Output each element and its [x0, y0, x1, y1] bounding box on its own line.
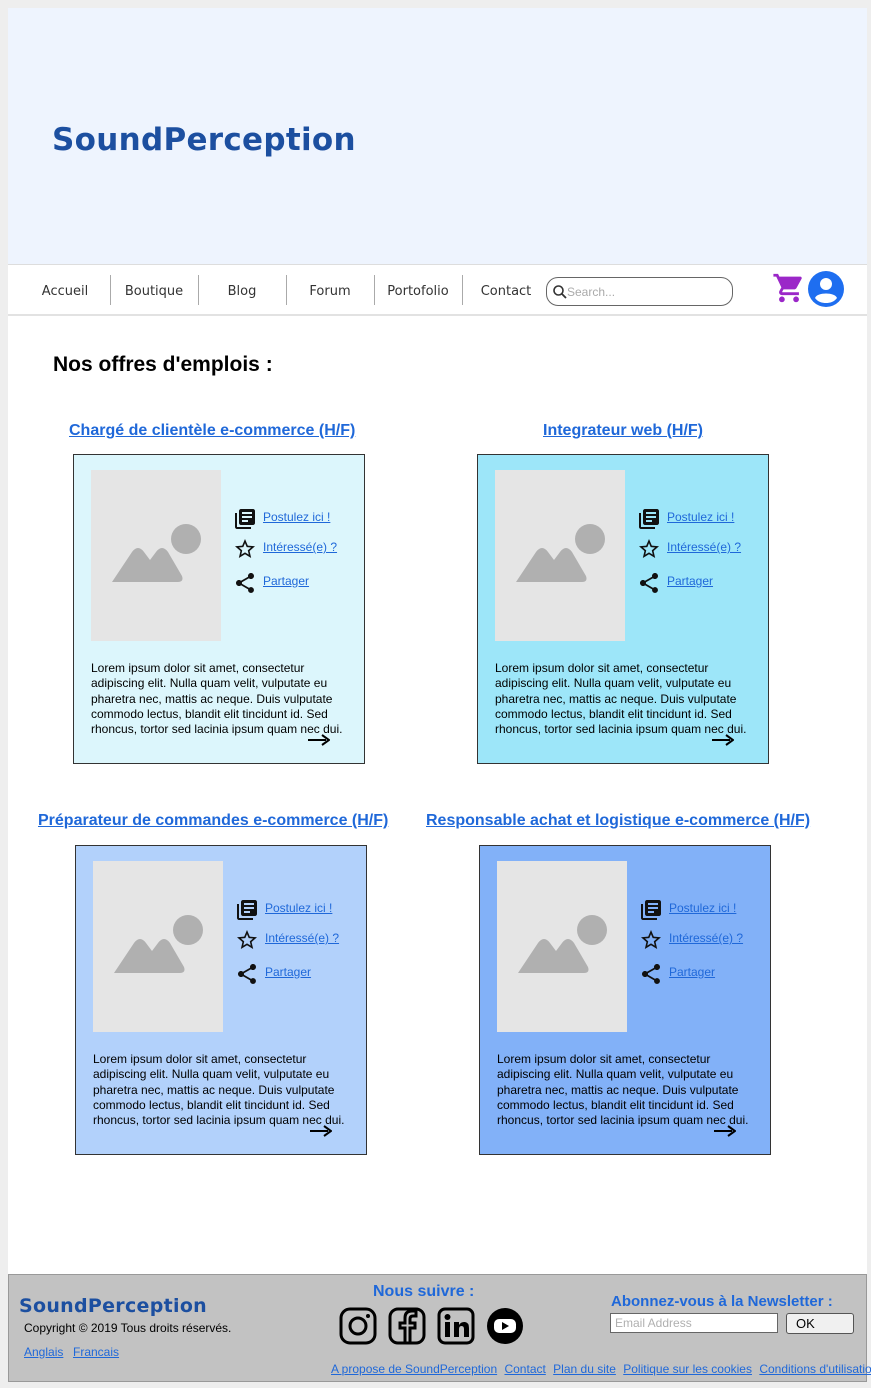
- share-icon: [238, 964, 256, 984]
- share-link[interactable]: Partager: [667, 574, 713, 588]
- cart-icon[interactable]: [772, 270, 806, 306]
- footer-links: A propose de SoundPerception Contact Pla…: [331, 1362, 871, 1376]
- image-placeholder: [495, 470, 625, 641]
- job-description: Lorem ipsum dolor sit amet, consectetur …: [497, 1052, 749, 1128]
- share-link[interactable]: Partager: [263, 574, 309, 588]
- job-card: Postulez ici ! Intéressé(e) ? Partager L…: [73, 454, 365, 764]
- image-placeholder-icon: [518, 915, 607, 973]
- lang-french-link[interactable]: Francais: [73, 1345, 119, 1359]
- job-title-link[interactable]: Préparateur de commandes e-commerce (H/F…: [38, 812, 388, 830]
- job-description: Lorem ipsum dolor sit amet, consectetur …: [91, 661, 343, 737]
- footer-link-about[interactable]: A propose de SoundPerception: [331, 1362, 497, 1376]
- share-icon: [642, 964, 660, 984]
- image-placeholder: [91, 470, 221, 641]
- header: SoundPerception: [8, 8, 867, 264]
- apply-link[interactable]: Postulez ici !: [669, 901, 736, 915]
- footer-link-sitemap[interactable]: Plan du site: [553, 1362, 616, 1376]
- star-outline-icon: [641, 930, 661, 949]
- apply-link[interactable]: Postulez ici !: [263, 510, 330, 524]
- footer-brand: SoundPerception: [19, 1295, 207, 1317]
- copyright: Copyright © 2019 Tous droits réservés.: [24, 1321, 232, 1335]
- nav-item-forum[interactable]: Forum: [286, 284, 374, 299]
- user-icon[interactable]: [807, 270, 845, 308]
- arrow-right-icon[interactable]: [712, 734, 734, 746]
- search-box: [546, 277, 733, 306]
- job-title-link[interactable]: Chargé de clientèle e-commerce (H/F): [69, 422, 355, 440]
- facebook-icon[interactable]: [388, 1307, 426, 1345]
- job-card: Postulez ici ! Intéressé(e) ? Partager L…: [479, 845, 771, 1155]
- arrow-right-icon[interactable]: [310, 1125, 332, 1137]
- job-title-link[interactable]: Integrateur web (H/F): [543, 422, 703, 440]
- library-books-icon: [639, 509, 659, 529]
- lang-english-link[interactable]: Anglais: [24, 1345, 63, 1359]
- image-placeholder-icon: [112, 524, 201, 582]
- library-books-icon: [235, 509, 255, 529]
- arrow-right-icon[interactable]: [714, 1125, 736, 1137]
- newsletter-email-input[interactable]: [610, 1313, 778, 1333]
- follow-heading: Nous suivre :: [373, 1283, 475, 1300]
- job-card: Postulez ici ! Intéressé(e) ? Partager L…: [75, 845, 367, 1155]
- footer-link-terms[interactable]: Conditions d'utilisation: [759, 1362, 871, 1376]
- star-outline-icon: [235, 539, 255, 558]
- search-icon: [553, 285, 567, 299]
- share-link[interactable]: Partager: [265, 965, 311, 979]
- library-books-icon: [237, 900, 257, 920]
- job-title-link[interactable]: Responsable achat et logistique e-commer…: [426, 812, 810, 830]
- share-link[interactable]: Partager: [669, 965, 715, 979]
- footer: SoundPerception Copyright © 2019 Tous dr…: [8, 1274, 871, 1382]
- newsletter-heading: Abonnez-vous à la Newsletter :: [611, 1293, 833, 1310]
- image-placeholder-icon: [114, 915, 203, 973]
- apply-link[interactable]: Postulez ici !: [265, 901, 332, 915]
- nav-item-boutique[interactable]: Boutique: [110, 284, 198, 299]
- interested-link[interactable]: Intéressé(e) ?: [669, 931, 743, 945]
- arrow-right-icon[interactable]: [308, 734, 330, 746]
- interested-link[interactable]: Intéressé(e) ?: [265, 931, 339, 945]
- footer-link-cookies[interactable]: Politique sur les cookies: [623, 1362, 752, 1376]
- nav-item-portofolio[interactable]: Portofolio: [374, 284, 462, 299]
- share-icon: [640, 573, 658, 593]
- image-placeholder: [497, 861, 627, 1032]
- image-placeholder: [93, 861, 223, 1032]
- main-nav: Accueil Boutique Blog Forum Portofolio C…: [8, 264, 867, 316]
- page-title: Nos offres d'emplois :: [53, 353, 273, 376]
- apply-link[interactable]: Postulez ici !: [667, 510, 734, 524]
- interested-link[interactable]: Intéressé(e) ?: [263, 540, 337, 554]
- job-description: Lorem ipsum dolor sit amet, consectetur …: [495, 661, 747, 737]
- job-card: Postulez ici ! Intéressé(e) ? Partager L…: [477, 454, 769, 764]
- job-description: Lorem ipsum dolor sit amet, consectetur …: [93, 1052, 345, 1128]
- youtube-icon[interactable]: [486, 1307, 524, 1345]
- interested-link[interactable]: Intéressé(e) ?: [667, 540, 741, 554]
- newsletter-ok-button[interactable]: OK: [786, 1313, 854, 1334]
- star-outline-icon: [237, 930, 257, 949]
- nav-item-contact[interactable]: Contact: [462, 284, 550, 299]
- library-books-icon: [641, 900, 661, 920]
- nav-item-accueil[interactable]: Accueil: [21, 284, 109, 299]
- page: SoundPerception Accueil Boutique Blog Fo…: [8, 8, 871, 1382]
- instagram-icon[interactable]: [339, 1307, 377, 1345]
- brand-logo[interactable]: SoundPerception: [52, 122, 356, 158]
- image-placeholder-icon: [516, 524, 605, 582]
- search-input[interactable]: [567, 283, 727, 301]
- nav-item-blog[interactable]: Blog: [198, 284, 286, 299]
- star-outline-icon: [639, 539, 659, 558]
- footer-link-contact[interactable]: Contact: [504, 1362, 545, 1376]
- linkedin-icon[interactable]: [437, 1307, 475, 1345]
- share-icon: [236, 573, 254, 593]
